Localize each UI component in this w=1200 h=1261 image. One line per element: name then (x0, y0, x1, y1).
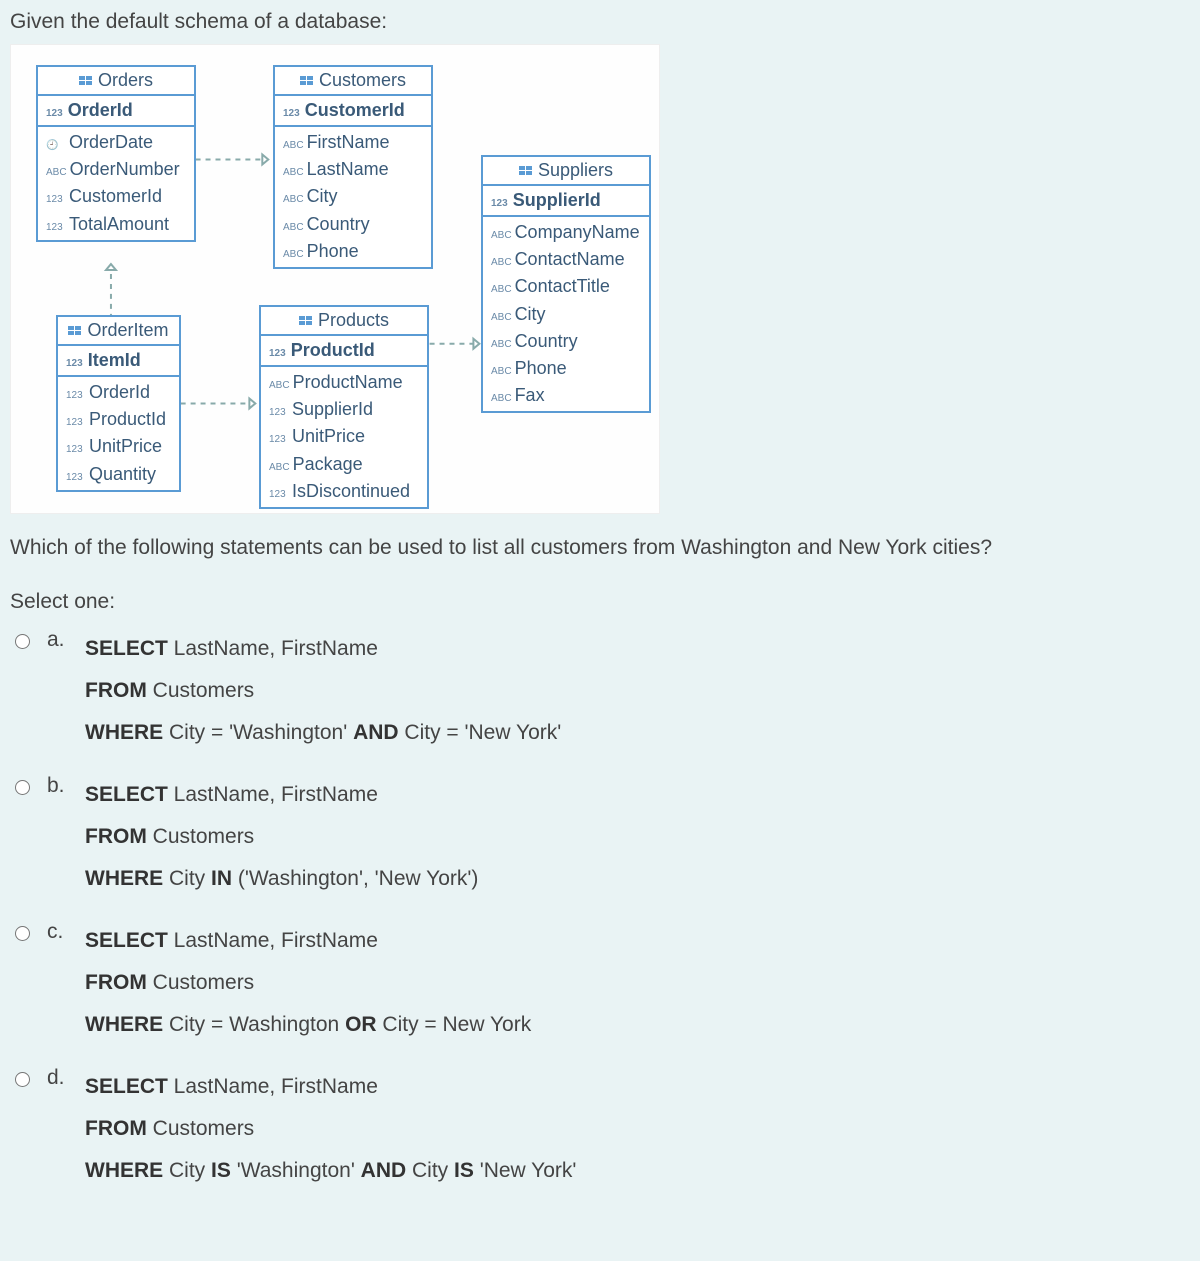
table-customers: Customers 123 CustomerId ABCFirstName AB… (273, 65, 433, 269)
radio-d[interactable] (15, 1072, 30, 1087)
table-icon (299, 316, 313, 326)
schema-diagram: Orders 123 OrderId 🕘OrderDate ABCOrderNu… (10, 44, 660, 514)
option-b-sql: SELECT LastName, FirstName FROM Customer… (85, 774, 478, 900)
option-d-sql: SELECT LastName, FirstName FROM Customer… (85, 1066, 576, 1192)
radio-a[interactable] (15, 634, 30, 649)
option-c-sql: SELECT LastName, FirstName FROM Customer… (85, 920, 531, 1046)
radio-b[interactable] (15, 780, 30, 795)
select-one-label: Select one: (10, 590, 1190, 614)
option-d[interactable]: d. SELECT LastName, FirstName FROM Custo… (10, 1066, 1190, 1192)
table-icon (79, 76, 93, 86)
question-text: Which of the following statements can be… (10, 536, 1190, 560)
option-letter: b. (47, 774, 71, 798)
option-a-sql: SELECT LastName, FirstName FROM Customer… (85, 628, 561, 754)
orders-cols: 🕘OrderDate ABCOrderNumber 123CustomerId … (38, 127, 194, 240)
option-a[interactable]: a. SELECT LastName, FirstName FROM Custo… (10, 628, 1190, 754)
table-suppliers: Suppliers 123 SupplierId ABCCompanyName … (481, 155, 651, 413)
table-orderitem: OrderItem 123 ItemId 123OrderId 123Produ… (56, 315, 181, 492)
option-letter: d. (47, 1066, 71, 1090)
table-icon (68, 326, 82, 336)
table-orders: Orders 123 OrderId 🕘OrderDate ABCOrderNu… (36, 65, 196, 242)
options-group: a. SELECT LastName, FirstName FROM Custo… (10, 628, 1190, 1192)
table-icon (300, 76, 314, 86)
option-c[interactable]: c. SELECT LastName, FirstName FROM Custo… (10, 920, 1190, 1046)
option-letter: c. (47, 920, 71, 944)
table-products: Products 123 ProductId ABCProductName 12… (259, 305, 429, 509)
option-letter: a. (47, 628, 71, 652)
radio-c[interactable] (15, 926, 30, 941)
table-icon (519, 166, 533, 176)
option-b[interactable]: b. SELECT LastName, FirstName FROM Custo… (10, 774, 1190, 900)
intro-text: Given the default schema of a database: (10, 10, 1190, 34)
